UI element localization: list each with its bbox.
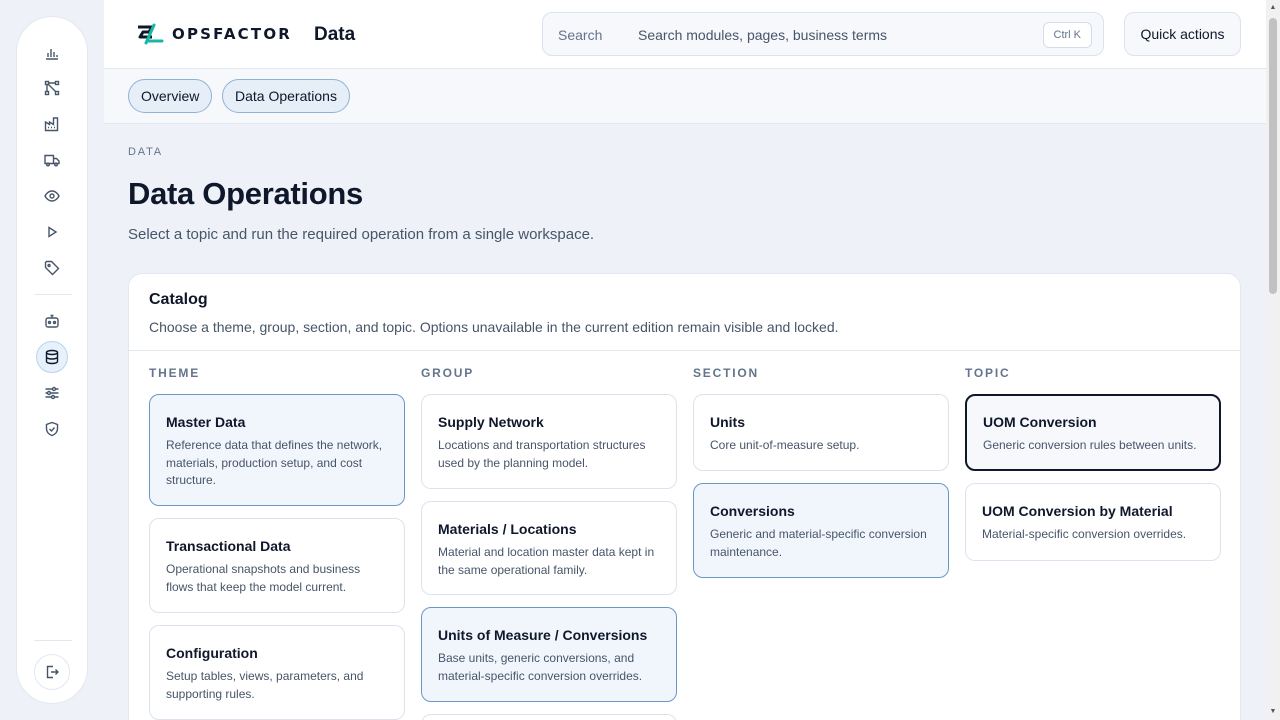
topic-card-uom-conversion[interactable]: UOM Conversion Generic conversion rules …	[965, 394, 1221, 471]
header-title: Data	[314, 24, 356, 45]
sidebar	[16, 16, 88, 704]
scroll-up-arrow-icon[interactable]: ▲	[1268, 3, 1278, 13]
section-column: SECTION Units Core unit-of-measure setup…	[693, 366, 949, 578]
search-input[interactable]	[638, 23, 1038, 47]
sidebar-item-production[interactable]	[40, 112, 64, 136]
page-eyebrow: DATA	[128, 146, 163, 158]
theme-column: THEME Master Data Reference data that de…	[149, 366, 405, 720]
brand-logo[interactable]: OPSFACTOR	[134, 21, 292, 47]
sidebar-item-transport[interactable]	[40, 148, 64, 172]
sidebar-item-pricing[interactable]	[40, 256, 64, 280]
card-description: Base units, generic conversions, and mat…	[438, 651, 643, 683]
search-shortcut-badge: Ctrl K	[1042, 22, 1092, 48]
search-label: Search	[558, 27, 603, 43]
card-title: UOM Conversion by Material	[982, 503, 1173, 519]
card-description: Material and location master data kept i…	[438, 545, 655, 577]
catalog-header: Catalog Choose a theme, group, section, …	[129, 274, 1240, 351]
theme-card-transactional-data[interactable]: Transactional Data Operational snapshots…	[149, 518, 405, 613]
catalog-panel: Catalog Choose a theme, group, section, …	[128, 273, 1241, 720]
card-description: Operational snapshots and business flows…	[166, 562, 361, 594]
theme-card-configuration[interactable]: Configuration Setup tables, views, param…	[149, 625, 405, 720]
top-bar: OPSFACTOR Data Search Ctrl K Quick actio…	[104, 0, 1266, 69]
card-title: Conversions	[710, 503, 795, 519]
page-title: Data Operations	[128, 176, 363, 211]
topic-column: TOPIC UOM Conversion Generic conversion …	[965, 366, 1221, 561]
card-description: Setup tables, views, parameters, and sup…	[166, 669, 364, 701]
group-card-partial[interactable]	[421, 714, 677, 720]
group-card-units-of-measure[interactable]: Units of Measure / Conversions Base unit…	[421, 607, 677, 702]
card-description: Core unit-of-measure setup.	[710, 438, 860, 452]
card-description: Generic and material-specific conversion…	[710, 527, 927, 559]
bar-chart-icon	[46, 49, 58, 60]
sidebar-divider	[34, 294, 72, 295]
card-title: Units of Measure / Conversions	[438, 627, 648, 643]
card-title: Units	[710, 414, 745, 430]
card-description: Material-specific conversion overrides.	[982, 527, 1187, 541]
eye-icon	[44, 190, 60, 202]
group-card-supply-network[interactable]: Supply Network Locations and transportat…	[421, 394, 677, 489]
catalog-title: Catalog	[149, 291, 208, 308]
quick-actions-button[interactable]: Quick actions	[1124, 12, 1241, 56]
scroll-down-arrow-icon[interactable]: ▼	[1268, 707, 1278, 717]
tab-data-operations[interactable]: Data Operations	[222, 79, 350, 113]
column-header: TOPIC	[965, 366, 1011, 380]
sliders-icon	[45, 386, 59, 400]
sidebar-item-settings[interactable]	[40, 381, 64, 405]
scrollbar-thumb[interactable]	[1269, 18, 1277, 294]
card-description: Locations and transportation structures …	[438, 438, 646, 470]
card-title: Materials / Locations	[438, 521, 577, 537]
sidebar-item-network[interactable]	[40, 76, 64, 100]
network-nodes-icon	[44, 80, 60, 96]
factory-icon	[44, 117, 59, 132]
card-description: Reference data that defines the network,…	[166, 438, 383, 487]
theme-card-master-data[interactable]: Master Data Reference data that defines …	[149, 394, 405, 506]
logout-icon	[46, 665, 59, 679]
column-header: GROUP	[421, 366, 475, 380]
card-title: Master Data	[166, 414, 246, 430]
tabs-bar: Overview Data Operations	[104, 69, 1266, 124]
card-title: UOM Conversion	[983, 414, 1097, 430]
global-search[interactable]: Search Ctrl K	[542, 12, 1104, 56]
card-title: Configuration	[166, 645, 258, 661]
sidebar-divider	[34, 640, 72, 641]
page-subtitle: Select a topic and run the required oper…	[128, 226, 595, 243]
shield-check-icon	[45, 421, 59, 437]
database-icon	[45, 349, 59, 365]
sidebar-item-data[interactable]	[36, 341, 68, 373]
tag-icon	[44, 260, 60, 276]
card-title: Transactional Data	[166, 538, 291, 554]
sidebar-item-monitoring[interactable]	[40, 184, 64, 208]
sidebar-item-run[interactable]	[40, 220, 64, 244]
tab-overview[interactable]: Overview	[128, 79, 213, 113]
robot-icon	[45, 314, 59, 328]
topic-card-uom-conversion-by-material[interactable]: UOM Conversion by Material Material-spec…	[965, 483, 1221, 561]
truck-icon	[44, 154, 60, 167]
sidebar-item-security[interactable]	[40, 417, 64, 441]
card-title: Supply Network	[438, 414, 544, 430]
section-card-conversions[interactable]: Conversions Generic and material-specifi…	[693, 483, 949, 578]
sidebar-item-analytics[interactable]	[40, 41, 64, 65]
card-description: Generic conversion rules between units.	[983, 438, 1197, 452]
catalog-description: Choose a theme, group, section, and topi…	[149, 319, 839, 335]
group-column: GROUP Supply Network Locations and trans…	[421, 366, 677, 720]
column-header: SECTION	[693, 366, 759, 380]
logout-button[interactable]	[34, 654, 70, 690]
column-header: THEME	[149, 366, 200, 380]
opsfactor-logo-icon	[138, 23, 164, 45]
group-card-materials-locations[interactable]: Materials / Locations Material and locat…	[421, 501, 677, 595]
brand-name: OPSFACTOR	[172, 25, 293, 43]
sidebar-item-automation[interactable]	[40, 309, 64, 333]
section-card-units[interactable]: Units Core unit-of-measure setup.	[693, 394, 949, 471]
play-icon	[48, 226, 58, 238]
